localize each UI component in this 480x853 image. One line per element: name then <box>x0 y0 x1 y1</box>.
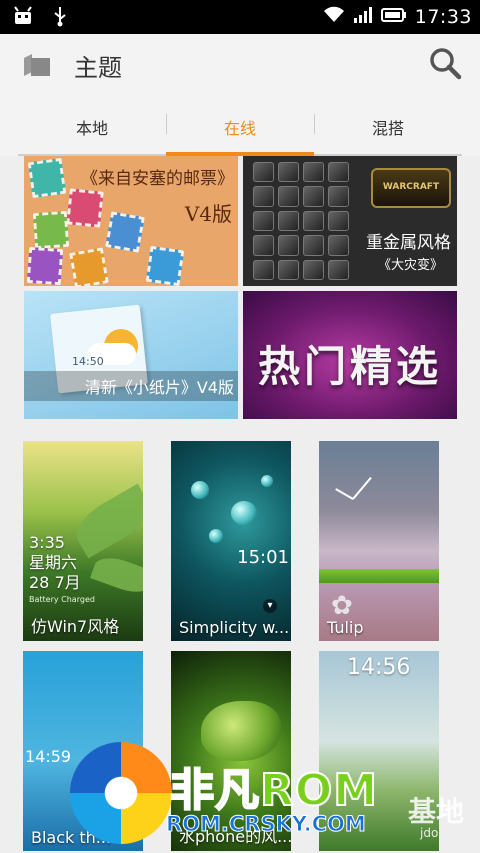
theme-name: 仿Win7风格 <box>31 617 120 636</box>
stamp-image <box>27 157 67 199</box>
tab-online[interactable]: 在线 <box>166 100 314 156</box>
banner-warcraft[interactable]: WARCRAFT 重金属风格 《大灾变》 <box>243 156 457 286</box>
water-drop <box>209 529 223 543</box>
tab-bar: 本地 在线 混搭 <box>18 100 462 156</box>
watermark-site: 基地 <box>408 795 465 828</box>
tab-local[interactable]: 本地 <box>18 100 166 154</box>
warcraft-logo: WARCRAFT <box>371 168 451 208</box>
theme-name: Tulip <box>327 618 364 637</box>
lockscreen-time: 15:01 <box>237 547 289 568</box>
theme-card[interactable]: ✿ Tulip <box>319 441 439 641</box>
android-debug-icon <box>12 5 34 31</box>
stamp-image <box>69 247 109 286</box>
clock-hand <box>335 488 354 500</box>
theme-card[interactable]: 3:35 星期六 28 7月 Battery Charged 仿Win7风格 <box>23 441 143 641</box>
banner-title: 热门精选 <box>257 342 442 391</box>
title-bar: 主题 <box>0 34 480 100</box>
tulip-icon: ✿ <box>331 591 353 621</box>
search-icon[interactable] <box>428 46 462 84</box>
stamp-image <box>26 246 64 286</box>
watermark-site-url: jdo <box>420 826 439 840</box>
watermark-url: ROM.CRSKY.COM <box>166 812 367 837</box>
banner-subtitle: 《大灾变》 <box>377 258 443 273</box>
battery-icon <box>380 7 407 27</box>
usb-icon <box>52 5 68 31</box>
theme-app-icon[interactable] <box>22 52 52 82</box>
banner-paper-notes[interactable]: 14:50 清新《小纸片》V4版 <box>24 291 238 419</box>
water-drop <box>231 501 257 525</box>
watermark-title: 非凡ROM <box>169 764 379 817</box>
widget-clock: 14:50 <box>72 355 104 368</box>
watermark-ring-icon <box>70 742 172 844</box>
water-drop <box>261 475 273 487</box>
banner-stamps[interactable]: 《来自安塞的邮票》 V4版 <box>24 156 238 286</box>
stamp-image <box>105 211 145 253</box>
unlock-bar <box>319 569 439 583</box>
banner-title: 《来自安塞的邮票》 <box>81 169 234 189</box>
lockscreen-time: 3:35 星期六 28 7月 <box>29 533 81 592</box>
icon-grid-image <box>253 162 349 280</box>
banner-subtitle: V4版 <box>184 202 232 226</box>
stamp-image <box>66 188 104 228</box>
page-title: 主题 <box>74 54 122 82</box>
status-bar: 17:33 <box>0 0 480 34</box>
lockscreen-time: 14:56 <box>347 655 411 680</box>
water-drop <box>191 481 209 499</box>
wifi-icon <box>323 6 345 28</box>
theme-name: Simplicity w... <box>179 618 290 637</box>
chevron-down-icon: ▾ <box>263 599 277 613</box>
theme-card[interactable]: 15:01 ▾ Simplicity w... <box>171 441 291 641</box>
leaf-image <box>90 551 143 599</box>
lockscreen-status: Battery Charged <box>29 595 95 604</box>
tab-mix[interactable]: 混搭 <box>314 100 462 154</box>
signal-icon <box>353 6 373 28</box>
banner-caption: 清新《小纸片》V4版 <box>24 371 238 401</box>
clock-hand <box>352 476 372 500</box>
lockscreen-time: 14:59 <box>25 747 72 766</box>
status-time: 17:33 <box>414 6 472 28</box>
banner-title: 重金属风格 <box>366 233 451 253</box>
stamp-image <box>32 210 70 250</box>
banner-featured[interactable]: 热门精选 <box>243 291 457 419</box>
stamp-image <box>145 245 185 286</box>
